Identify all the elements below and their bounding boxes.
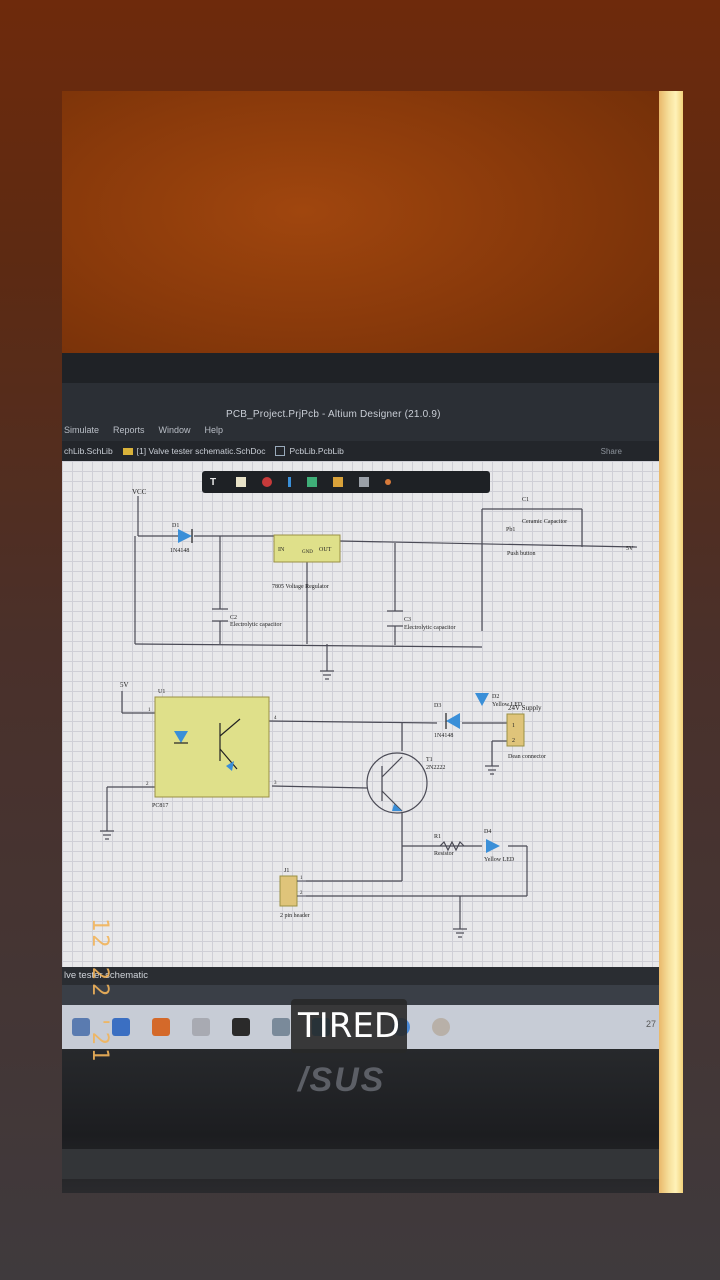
light-leak: [659, 91, 683, 1193]
u1-pin2: 2: [146, 782, 149, 787]
document-icon: [122, 447, 133, 455]
optocoupler-u1[interactable]: [154, 696, 270, 798]
key-row: [62, 1149, 662, 1179]
u1-part: PC817: [152, 803, 168, 809]
menu-help[interactable]: Help: [205, 425, 224, 435]
reg-gnd: GND: [302, 550, 313, 555]
wall: [62, 91, 662, 391]
c3-name: Electrolytic capacitor: [404, 625, 455, 631]
tab-schlib[interactable]: chLib.SchLib: [64, 446, 113, 456]
conn-pin2: 2: [512, 738, 515, 744]
t1-ref: T1: [426, 757, 433, 763]
tab-pcblib[interactable]: PcbLib.PcbLib: [275, 446, 344, 456]
d1-part: 1N4148: [170, 548, 189, 554]
j1-pin2: 2: [300, 891, 303, 896]
j1-name: 2 pin header: [280, 913, 310, 919]
share-button[interactable]: Share: [601, 447, 622, 456]
laptop-bezel: [62, 353, 662, 383]
r1-name: Resistor: [434, 851, 454, 857]
u1-ref: U1: [158, 689, 165, 695]
tool-icon[interactable]: [192, 1018, 210, 1036]
sublime-icon[interactable]: [152, 1018, 170, 1036]
pb1-name: Push button: [507, 551, 536, 557]
u1-5v: 5V: [120, 681, 129, 689]
pin-header-j1[interactable]: [279, 875, 298, 907]
shape-tool-icon[interactable]: [359, 477, 369, 487]
document-tabs: chLib.SchLib [1] Valve tester schematic.…: [62, 441, 662, 461]
u1-pin1: 1: [148, 708, 151, 713]
u1-pin3: 3: [274, 781, 277, 786]
dean-connector[interactable]: [506, 713, 525, 747]
document-label: lve tester schematic: [62, 967, 662, 985]
date-stamp: 12 22 '21: [87, 918, 112, 1065]
net-tool-icon[interactable]: [307, 477, 317, 487]
sticker-text: TIRED: [297, 1006, 401, 1046]
conn-name: Dean connector: [508, 754, 546, 760]
menu-simulate[interactable]: Simulate: [64, 425, 99, 435]
c2-name: Electrolytic capacitor: [230, 622, 281, 628]
d1-ref: D1: [172, 523, 179, 529]
port-tool-icon[interactable]: [333, 477, 343, 487]
laptop-keyboard: /SUS: [62, 1049, 662, 1193]
terminal-icon[interactable]: [232, 1018, 250, 1036]
supply-label: 24V Supply: [508, 704, 542, 712]
text-sticker: TIRED: [291, 999, 407, 1053]
window-title: PCB_Project.PrjPcb - Altium Designer (21…: [226, 409, 441, 420]
schematic-drawing: VCC D1 1N4148 IN GND OUT 7805 Voltage Re…: [100, 488, 638, 938]
r1-ref: R1: [434, 834, 441, 840]
tab-schematic-label: [1] Valve tester schematic.SchDoc: [136, 446, 266, 456]
j1-pin1: 1: [300, 876, 303, 881]
j1-ref: J1: [284, 868, 289, 874]
reg-name: 7805 Voltage Regulator: [272, 584, 329, 590]
menu-reports[interactable]: Reports: [113, 425, 145, 435]
d3-ref: D3: [434, 703, 441, 709]
led-d4[interactable]: [486, 839, 500, 853]
c3-ref: C3: [404, 617, 411, 623]
text-tool-icon[interactable]: T: [210, 477, 220, 488]
app2-icon[interactable]: [272, 1018, 290, 1036]
schematic-toolbar: T: [202, 471, 490, 493]
menu-window[interactable]: Window: [159, 425, 191, 435]
app-icon[interactable]: [112, 1018, 130, 1036]
altium2-icon[interactable]: [432, 1018, 450, 1036]
reg-out: OUT: [319, 547, 332, 553]
laptop-brand-logo: /SUS: [298, 1061, 386, 1099]
probe-tool-icon[interactable]: [262, 477, 272, 487]
conn-pin1: 1: [512, 723, 515, 729]
c1-name: Ceramic Capacitor: [522, 519, 567, 525]
reg-in: IN: [278, 547, 285, 553]
d2-ref: D2: [492, 694, 499, 700]
t1-part: 2N2222: [426, 765, 445, 771]
diode-d1[interactable]: [178, 529, 192, 543]
marker-tool-icon[interactable]: [385, 479, 391, 485]
vcc-label: VCC: [132, 488, 147, 496]
tab-pcblib-label: PcbLib.PcbLib: [289, 446, 344, 456]
c2-ref: C2: [230, 615, 237, 621]
diode-d3[interactable]: [446, 713, 460, 729]
c1-ref: C1: [522, 497, 529, 503]
taskbar-clock: 27: [645, 1019, 656, 1029]
led-d2[interactable]: [475, 693, 489, 706]
d4-ref: D4: [484, 829, 491, 835]
out-5v: 5V: [626, 546, 634, 552]
wire-tool-icon[interactable]: [288, 477, 291, 487]
d3-part: 1N4148: [434, 733, 453, 739]
title-bar: PCB_Project.PrjPcb - Altium Designer (21…: [62, 383, 662, 441]
pb1-ref: Pb1: [506, 527, 515, 533]
d4-name: Yellow LED: [484, 857, 515, 863]
component-tool-icon[interactable]: [236, 477, 246, 487]
pcb-icon: [275, 446, 286, 456]
tab-schematic[interactable]: [1] Valve tester schematic.SchDoc: [122, 446, 266, 456]
menu-bar: Simulate Reports Window Help: [62, 425, 223, 435]
u1-pin4: 4: [274, 716, 277, 721]
